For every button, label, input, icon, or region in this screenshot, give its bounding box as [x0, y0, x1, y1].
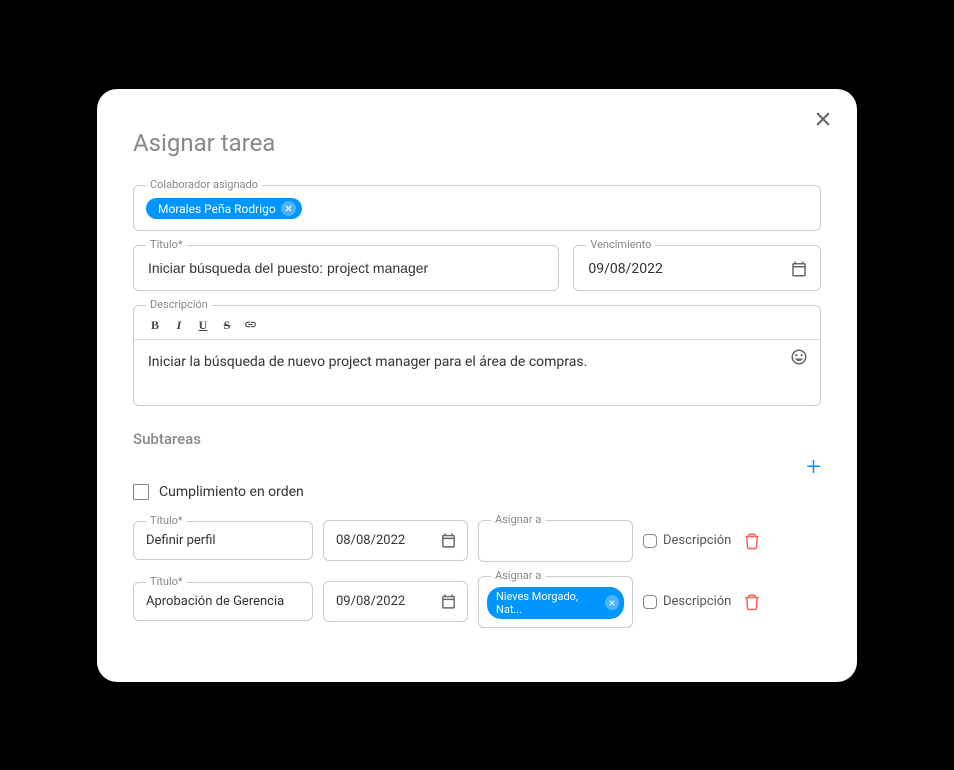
subtask-row: Título* Definir perfil 08/08/2022 Asigna…	[133, 520, 821, 562]
collaborator-chip[interactable]: Morales Peña Rodrigo	[146, 198, 302, 219]
subtask-assign-label: Asignar a	[491, 569, 545, 582]
order-checkbox-row[interactable]: Cumplimiento en orden	[133, 484, 821, 500]
collaborator-label: Colaborador asignado	[146, 178, 262, 191]
delete-subtask-button[interactable]	[741, 530, 763, 552]
title-label: Título*	[146, 238, 187, 251]
subtask-title-label: Título*	[146, 514, 187, 527]
chip-remove-icon[interactable]	[605, 595, 619, 610]
calendar-icon[interactable]	[440, 532, 457, 549]
title-field[interactable]: Título*	[133, 245, 559, 291]
due-date-value: 09/08/2022	[588, 261, 663, 277]
order-checkbox-label: Cumplimiento en orden	[159, 484, 304, 500]
description-label: Descripción	[146, 298, 212, 311]
subtask-title-label: Título*	[146, 575, 187, 588]
calendar-icon[interactable]	[790, 260, 808, 278]
order-checkbox[interactable]	[133, 484, 149, 500]
link-icon[interactable]	[244, 318, 258, 333]
add-subtask-button[interactable]: +	[806, 454, 821, 480]
subtask-date-value: 09/08/2022	[336, 594, 405, 609]
emoji-icon[interactable]	[790, 348, 808, 366]
bold-icon[interactable]: B	[148, 318, 162, 333]
collaborator-chip-text: Morales Peña Rodrigo	[158, 202, 276, 216]
subtask-description-toggle[interactable]: Descripción	[643, 533, 731, 548]
subtask-date-field[interactable]: 09/08/2022	[323, 581, 468, 622]
title-input[interactable]	[134, 246, 558, 288]
desc-checkbox[interactable]	[643, 595, 657, 609]
subtask-assignee-chip[interactable]: Nieves Morgado, Nat...	[487, 587, 624, 619]
modal-title: Asignar tarea	[133, 129, 821, 157]
subtasks-section-label: Subtareas	[133, 430, 821, 448]
desc-checkbox[interactable]	[643, 534, 657, 548]
strikethrough-icon[interactable]: S	[220, 318, 234, 333]
subtask-date-field[interactable]: 08/08/2022	[323, 520, 468, 561]
underline-icon[interactable]: U	[196, 318, 210, 333]
delete-subtask-button[interactable]	[741, 591, 763, 613]
subtask-assignee-text: Nieves Morgado, Nat...	[496, 590, 600, 616]
subtask-title-field[interactable]: Título* Definir perfil	[133, 521, 313, 560]
due-date-field[interactable]: Vencimiento 09/08/2022	[573, 245, 821, 291]
editor-toolbar: B I U S	[134, 306, 820, 339]
subtask-row: Título* Aprobación de Gerencia 09/08/202…	[133, 576, 821, 628]
subtask-title-value[interactable]: Aprobación de Gerencia	[134, 583, 312, 620]
chip-remove-icon[interactable]	[281, 201, 296, 216]
calendar-icon[interactable]	[440, 593, 457, 610]
desc-toggle-label: Descripción	[663, 594, 731, 609]
subtask-assign-field[interactable]: Asignar a	[478, 520, 633, 562]
subtask-title-field[interactable]: Título* Aprobación de Gerencia	[133, 582, 313, 621]
subtask-date-value: 08/08/2022	[336, 533, 405, 548]
subtask-assign-label: Asignar a	[491, 513, 545, 526]
description-field: Descripción B I U S Iniciar la búsqueda …	[133, 305, 821, 406]
description-text: Iniciar la búsqueda de nuevo project man…	[148, 354, 587, 370]
close-button[interactable]	[813, 109, 833, 129]
subtask-description-toggle[interactable]: Descripción	[643, 594, 731, 609]
desc-toggle-label: Descripción	[663, 533, 731, 548]
italic-icon[interactable]: I	[172, 318, 186, 333]
description-editor[interactable]: Iniciar la búsqueda de nuevo project man…	[134, 339, 820, 405]
due-date-label: Vencimiento	[586, 238, 655, 251]
collaborator-field[interactable]: Colaborador asignado Morales Peña Rodrig…	[133, 185, 821, 231]
subtask-title-value[interactable]: Definir perfil	[134, 522, 312, 559]
subtask-assign-field[interactable]: Asignar a Nieves Morgado, Nat...	[478, 576, 633, 628]
assign-task-modal: Asignar tarea Colaborador asignado Moral…	[97, 89, 857, 682]
